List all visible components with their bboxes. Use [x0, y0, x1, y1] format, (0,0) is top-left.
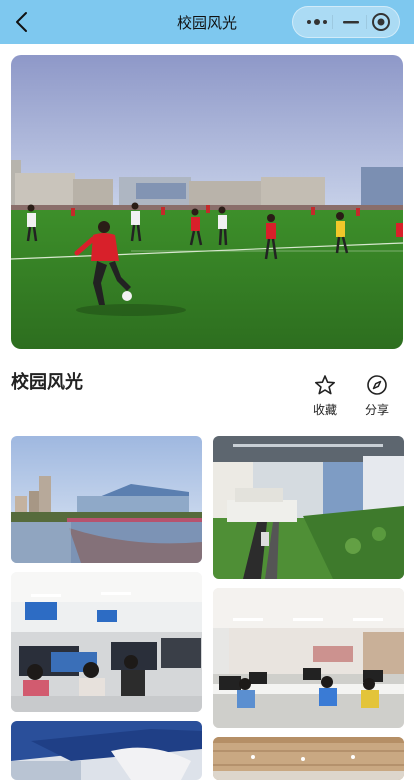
- classroom-ceiling-photo: [213, 737, 404, 780]
- page-title: 校园风光: [11, 372, 83, 393]
- blue-ceiling-hall-photo: [11, 721, 202, 780]
- favorite-label: 收藏: [312, 403, 337, 417]
- close-miniprogram-button[interactable]: [367, 7, 403, 37]
- share-label: 分享: [364, 403, 389, 417]
- campus-model-exhibit-photo: [213, 436, 404, 579]
- target-icon: [372, 13, 390, 31]
- campus-football-field-photo: [11, 55, 403, 349]
- more-button[interactable]: [299, 7, 335, 37]
- star-outline-icon: [315, 375, 335, 395]
- computer-lab-photo: [11, 572, 202, 712]
- more-dots-icon: [307, 19, 327, 25]
- hero-photo[interactable]: [11, 55, 403, 349]
- favorite-button[interactable]: 收藏: [305, 374, 345, 422]
- share-button[interactable]: 分享: [357, 374, 397, 422]
- compass-icon: [367, 375, 387, 395]
- minimize-icon: [343, 21, 359, 24]
- gallery-photo[interactable]: [11, 721, 202, 780]
- gallery-photo[interactable]: [11, 572, 202, 712]
- minimize-button[interactable]: [333, 7, 369, 37]
- capsule-menu: [292, 6, 400, 38]
- gallery-photo[interactable]: [213, 588, 404, 728]
- gallery-photo[interactable]: [213, 737, 404, 780]
- campus-building-lake-photo: [11, 436, 202, 563]
- computer-lab-photo: [213, 588, 404, 728]
- gallery-photo[interactable]: [213, 436, 404, 579]
- gallery-photo[interactable]: [11, 436, 202, 563]
- navigation-bar: 校园风光: [0, 0, 414, 44]
